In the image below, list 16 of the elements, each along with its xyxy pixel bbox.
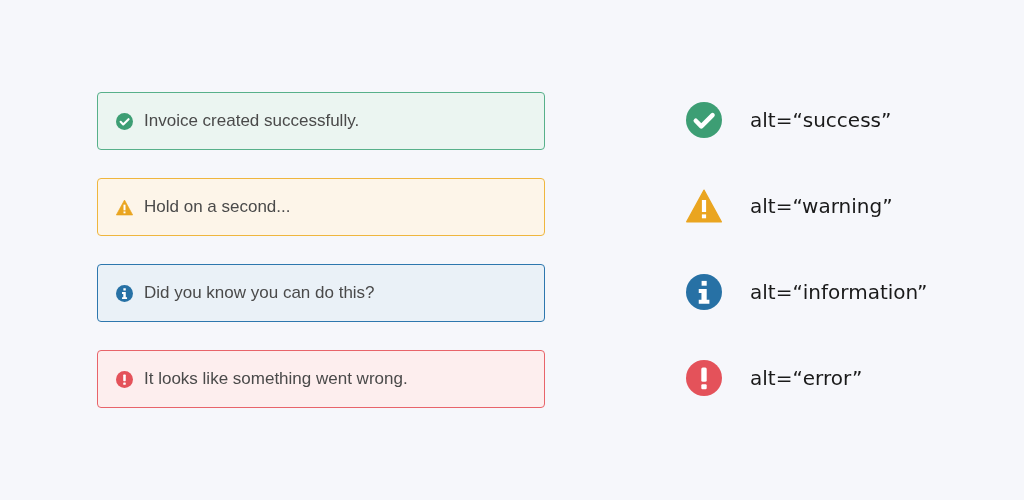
- alt-text-label: alt=“warning”: [750, 193, 893, 220]
- error-icon: [116, 370, 133, 388]
- alt-text-label: alt=“success”: [750, 107, 892, 134]
- alert-message: Did you know you can do this?: [144, 282, 375, 305]
- alt-text-label: alt=“information”: [750, 279, 928, 306]
- alert-message: It looks like something went wrong.: [144, 368, 408, 391]
- warning-icon: [116, 198, 133, 216]
- info-icon: [686, 274, 722, 310]
- check-circle-icon: [116, 112, 133, 130]
- error-icon: [686, 360, 722, 396]
- alt-text-label: alt=“error”: [750, 365, 863, 392]
- info-icon: [116, 284, 133, 302]
- alert-message: Invoice created successfully.: [144, 110, 360, 133]
- warning-icon: [686, 188, 722, 224]
- alert-message: Hold on a second...: [144, 196, 291, 219]
- check-circle-icon: [686, 102, 722, 138]
